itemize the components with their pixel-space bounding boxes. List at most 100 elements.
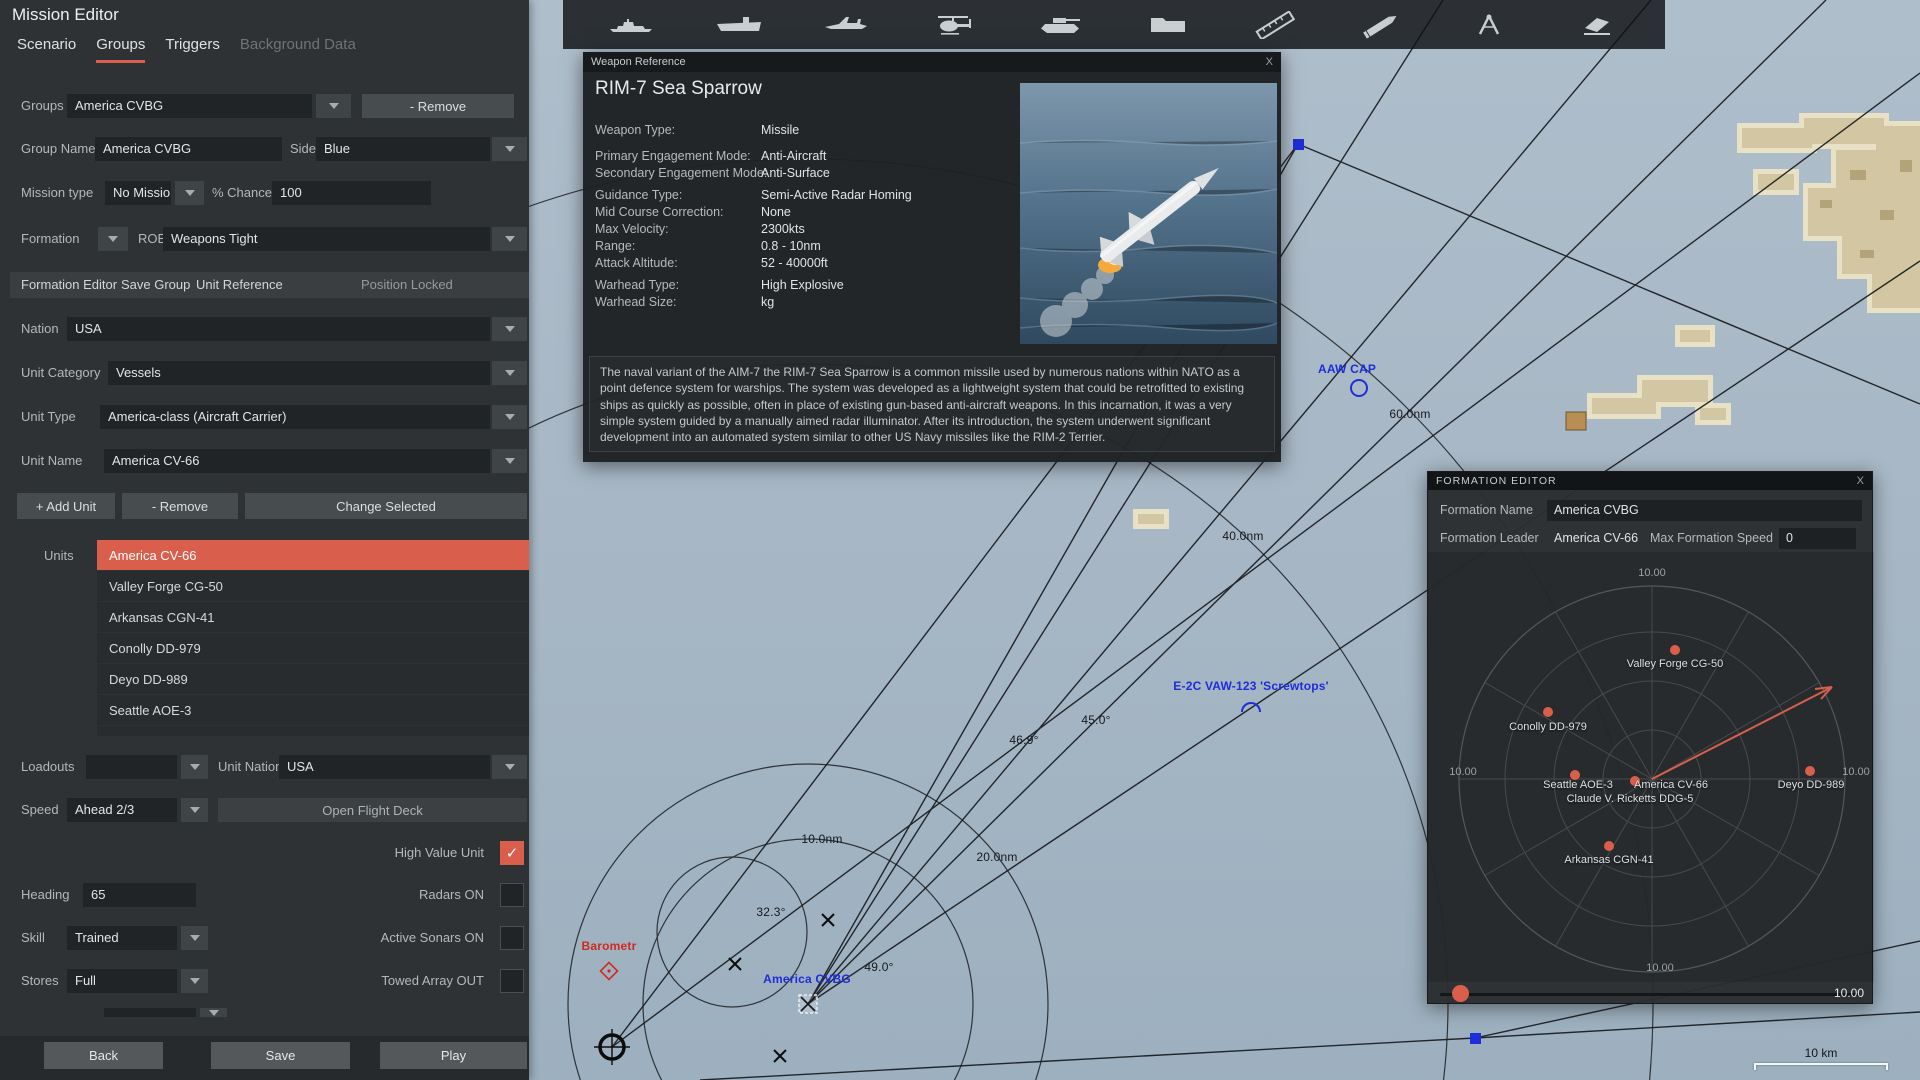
map-label-range-60: 60.0nm	[1389, 407, 1431, 421]
save-group-button[interactable]: Save Group	[121, 272, 190, 298]
ship-label-deyo[interactable]: Deyo DD-989	[1778, 779, 1845, 791]
unit-name-select[interactable]: America CV-66	[104, 449, 490, 473]
weapon-window-close-button[interactable]: X	[1266, 56, 1273, 68]
tool-carrier-button[interactable]	[710, 5, 768, 45]
aaw-cap-symbol	[1350, 379, 1368, 397]
reticle-cross	[594, 1029, 630, 1065]
save-button[interactable]: Save	[211, 1042, 350, 1069]
formation-name-input[interactable]: America CVBG	[1547, 500, 1862, 521]
loadouts-dropdown-arrow[interactable]	[181, 755, 208, 779]
add-unit-button[interactable]: + Add Unit	[17, 493, 115, 519]
toolbar	[563, 0, 1665, 49]
tool-aircraft-button[interactable]	[817, 5, 875, 45]
formation-scale-slider-track[interactable]	[1440, 993, 1860, 996]
formation-window-title: FORMATION EDITOR	[1436, 475, 1557, 487]
unit-type-select[interactable]: America-class (Aircraft Carrier)	[100, 405, 490, 429]
heading-input[interactable]: 65	[83, 883, 196, 907]
ship-label-conolly[interactable]: Conolly DD-979	[1509, 721, 1587, 733]
tool-tank-button[interactable]	[1031, 5, 1089, 45]
groups-dropdown-arrow[interactable]	[316, 94, 351, 118]
mission-type-dropdown-arrow[interactable]	[175, 181, 204, 205]
unit-row-america[interactable]: America CV-66	[97, 540, 529, 570]
unit-row-valley-forge[interactable]: Valley Forge CG-50	[97, 571, 529, 601]
unit-row-deyo[interactable]: Deyo DD-989	[97, 664, 529, 694]
side-dropdown-arrow[interactable]	[492, 137, 527, 161]
tool-ruler-button[interactable]	[1246, 5, 1304, 45]
formation-scale-slider-handle[interactable]	[1452, 985, 1469, 1002]
formation-window-close-button[interactable]: X	[1857, 475, 1864, 487]
unit-row-arkansas[interactable]: Arkansas CGN-41	[97, 602, 529, 632]
stores-dropdown-arrow[interactable]	[181, 969, 208, 993]
nation-dropdown-arrow[interactable]	[492, 317, 527, 341]
change-selected-button[interactable]: Change Selected	[245, 493, 527, 519]
formation-plot[interactable]	[1428, 552, 1874, 982]
unit-nation-dropdown-arrow[interactable]	[492, 755, 527, 779]
ship-label-ricketts[interactable]: Claude V. Ricketts DDG-5	[1567, 793, 1694, 805]
position-locked-toggle[interactable]: Position Locked	[361, 272, 453, 298]
radars-checkbox[interactable]	[500, 883, 524, 907]
field-value: Anti-Aircraft	[761, 149, 827, 163]
ship-label-valley-forge[interactable]: Valley Forge CG-50	[1627, 658, 1723, 670]
tool-helicopter-button[interactable]	[924, 5, 982, 45]
unit-type-dropdown-arrow[interactable]	[492, 405, 527, 429]
remove-unit-button[interactable]: - Remove	[122, 493, 238, 519]
active-sonars-checkbox[interactable]	[500, 926, 524, 950]
towed-array-checkbox[interactable]	[500, 969, 524, 993]
field-label: Warhead Type:	[595, 278, 680, 292]
radars-label: Radars ON	[418, 887, 484, 902]
mission-editor-panel: Mission Editor Scenario Groups Triggers …	[0, 0, 529, 1080]
tool-pencil-button[interactable]	[1353, 5, 1411, 45]
speed-dropdown-arrow[interactable]	[181, 798, 208, 822]
skill-dropdown-arrow[interactable]	[181, 926, 208, 950]
ship-label-seattle[interactable]: Seattle AOE-3	[1543, 779, 1613, 791]
loadouts-select[interactable]	[86, 755, 177, 779]
speed-select[interactable]: Ahead 2/3	[67, 798, 177, 822]
formation-editor-button[interactable]: Formation Editor	[21, 272, 117, 298]
ship-label-arkansas[interactable]: Arkansas CGN-41	[1564, 854, 1653, 866]
unit-name-dropdown-arrow[interactable]	[492, 449, 527, 473]
unit-reference-button[interactable]: Unit Reference	[196, 272, 283, 298]
unit-category-dropdown-arrow[interactable]	[492, 361, 527, 385]
tab-groups[interactable]: Groups	[96, 36, 146, 63]
group-name-input[interactable]: America CVBG	[95, 137, 282, 161]
helicopter-icon	[929, 11, 977, 39]
nation-select[interactable]: USA	[67, 317, 490, 341]
ruler-icon	[1251, 10, 1299, 39]
formation-leader-value[interactable]: America CV-66	[1554, 527, 1638, 549]
high-value-unit-label: High Value Unit	[394, 845, 484, 860]
unit-row-ricketts[interactable]: Claude V. Ricketts DDG-5	[97, 726, 529, 736]
remove-group-button[interactable]: - Remove	[362, 94, 514, 118]
roe-select[interactable]: Weapons Tight	[163, 227, 490, 251]
unit-row-seattle[interactable]: Seattle AOE-3	[97, 695, 529, 725]
tool-warship-button[interactable]	[603, 5, 661, 45]
ship-label-america[interactable]: America CV-66	[1634, 779, 1708, 791]
roe-dropdown-arrow[interactable]	[492, 227, 527, 251]
weapon-window-titlebar[interactable]: Weapon Reference X	[583, 52, 1281, 72]
mission-type-select[interactable]: No Mission	[105, 181, 171, 205]
formation-label: Formation	[21, 231, 80, 246]
formation-dropdown-arrow[interactable]	[98, 227, 128, 251]
side-select[interactable]: Blue	[316, 137, 490, 161]
chance-input[interactable]: 100	[272, 181, 431, 205]
field-value: 0.8 - 10nm	[761, 239, 821, 253]
tab-background-data[interactable]: Background Data	[240, 36, 356, 63]
tool-eraser-button[interactable]	[1567, 5, 1625, 45]
skill-select[interactable]: Trained	[67, 926, 177, 950]
stores-select[interactable]: Full	[67, 969, 177, 993]
tab-scenario[interactable]: Scenario	[17, 36, 76, 63]
play-button[interactable]: Play	[380, 1042, 527, 1069]
formation-window-titlebar[interactable]: FORMATION EDITOR X	[1428, 472, 1872, 490]
tab-triggers[interactable]: Triggers	[165, 36, 219, 63]
high-value-unit-checkbox[interactable]	[500, 841, 524, 865]
unit-type-label: Unit Type	[21, 409, 76, 424]
divider-icon	[1465, 11, 1513, 39]
open-flight-deck-button[interactable]: Open Flight Deck	[218, 798, 527, 822]
unit-category-select[interactable]: Vessels	[108, 361, 490, 385]
max-formation-speed-input[interactable]: 0	[1779, 528, 1856, 549]
groups-select[interactable]: America CVBG	[67, 94, 312, 118]
tool-divider-button[interactable]	[1460, 5, 1518, 45]
unit-nation-select[interactable]: USA	[279, 755, 490, 779]
tool-folder-button[interactable]	[1139, 5, 1197, 45]
back-button[interactable]: Back	[44, 1042, 163, 1069]
unit-row-conolly[interactable]: Conolly DD-979	[97, 633, 529, 663]
